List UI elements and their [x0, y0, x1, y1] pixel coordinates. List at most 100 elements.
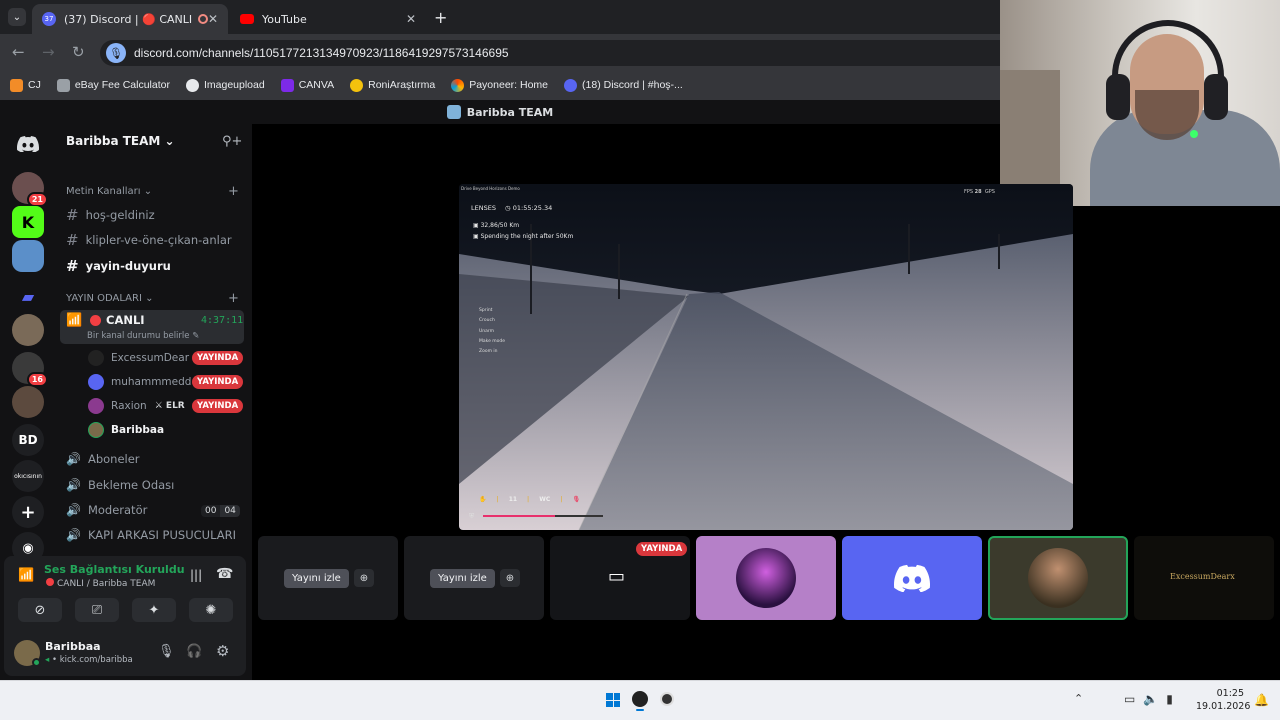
voice-user[interactable]: Baribbaa [88, 422, 164, 438]
soundboard-button[interactable]: ✺ [189, 598, 233, 622]
server-icon-baribba[interactable] [12, 240, 44, 272]
url-text[interactable]: discord.com/channels/1105177213134970923… [134, 46, 509, 60]
stream-tile-2[interactable]: Yayını izle ⊕ [404, 536, 544, 620]
back-arrow-icon[interactable]: ← [12, 43, 25, 61]
category-voice[interactable]: YAYIN ODALARI ⌄ [66, 293, 153, 304]
channel-aboneler[interactable]: 🔊 Aboneler [66, 452, 140, 466]
channel-kapi-arkasi[interactable]: 🔊 KAPI ARKASI PUSUCULARI [66, 528, 236, 542]
bookmark-cj[interactable]: CJ [10, 78, 41, 92]
objective-text: ▣ Spending the night after 50Km [473, 233, 574, 240]
channel-yayin-duyuru[interactable]: # yayin-duyuru [66, 257, 171, 275]
watch-stream-button[interactable]: Yayını izle [430, 569, 495, 588]
add-channel-icon[interactable]: + [228, 184, 239, 199]
account-name[interactable]: Baribbaa [45, 640, 101, 653]
forward-arrow-icon[interactable]: → [42, 43, 55, 61]
server-icon-2[interactable] [12, 314, 44, 346]
voice-user[interactable]: Raxion ⚔ ELR [88, 398, 185, 414]
hand-icon: ✋ [479, 496, 487, 503]
close-tab-icon[interactable]: ✕ [406, 12, 416, 26]
microphone-icon[interactable]: 🎙 [158, 644, 175, 659]
bookmark-roniarastirma[interactable]: RoniAraştırma [350, 78, 435, 92]
network-icon: ▭ [1124, 692, 1136, 706]
game-stream[interactable]: Drive Beyond Horizons Demo FPS 28 GPS LE… [459, 184, 1073, 530]
system-tray[interactable]: ▭ 🔈 ▮ [1124, 692, 1173, 706]
payoneer-icon [451, 78, 465, 92]
new-tab-icon[interactable]: + [434, 8, 447, 27]
voice-status-subtitle[interactable]: CANLI / Baribba TEAM [46, 578, 155, 589]
bookmark-ebay-fee[interactable]: eBay Fee Calculator [56, 78, 170, 92]
account-status[interactable]: ◂ • kick.com/baribba [45, 655, 133, 665]
bookmark-payoneer[interactable]: Payoneer: Home [451, 78, 548, 92]
spartan-server-icon[interactable]: 16 [12, 352, 48, 387]
channel-bekleme[interactable]: 🔊 Bekleme Odası [66, 478, 174, 492]
game-hud-bar: ✋ | 11 | WC | 🎙 [479, 496, 581, 503]
red-dot-icon [90, 315, 101, 326]
bookmark-discord[interactable]: (18) Discord | #hoş-... [564, 78, 683, 92]
invite-people-icon[interactable]: ⚲+ [222, 134, 242, 149]
channel-klipler[interactable]: # klipler-ve-öne-çıkan-anlar [66, 231, 232, 249]
participant-tile-discord[interactable] [842, 536, 982, 620]
chevron-up-icon[interactable]: ⌃ [1074, 692, 1083, 705]
category-text[interactable]: Metin Kanalları ⌄ [66, 186, 152, 197]
google-lens-icon[interactable]: 🎙 [106, 43, 126, 63]
speaker-icon: 🔊 [66, 452, 81, 466]
channel-status[interactable]: Bir kanal durumu belirle ✎ [87, 331, 199, 341]
server-avatar-icon [446, 105, 461, 119]
live-badge: YAYINDA [192, 375, 244, 389]
participant-tile-excessum[interactable]: ExcessumDearx [1134, 536, 1274, 620]
channel-moderator[interactable]: 🔊 Moderatör [66, 503, 147, 517]
camera-off-button[interactable]: ⊘ [18, 598, 62, 622]
calculator-icon [56, 78, 70, 92]
close-tab-icon[interactable]: ✕ [208, 12, 218, 26]
reload-icon[interactable]: ↻ [72, 43, 85, 61]
tab-discord[interactable]: 37 (37) Discord | 🔴 CANLI | B ✕ [32, 4, 228, 34]
user-tag: ⚔ ELR [154, 401, 185, 411]
bookmark-canva[interactable]: CANVA [280, 78, 334, 92]
clock[interactable]: 01:25 19.01.2026 [1196, 687, 1250, 713]
server-icon-1[interactable]: 21 [12, 172, 48, 207]
server-icon-bd[interactable]: BD [12, 424, 44, 456]
windows-start-icon[interactable] [606, 693, 620, 707]
headphones-icon[interactable]: 🎧 [186, 644, 202, 659]
server-icon-small-text[interactable]: okıcısının [12, 460, 44, 492]
stream-tile-1[interactable]: Yayını izle ⊕ [258, 536, 398, 620]
server-icon-3[interactable] [12, 386, 44, 418]
watch-stream-button[interactable]: Yayını izle [284, 569, 349, 588]
canva-icon [280, 78, 294, 92]
add-channel-icon[interactable]: + [228, 291, 239, 306]
share-screen-button[interactable]: ⎚ [75, 598, 119, 622]
activities-button[interactable]: ✦ [132, 598, 176, 622]
noise-suppression-icon[interactable]: ||| [190, 568, 202, 582]
participant-tile-cat[interactable] [696, 536, 836, 620]
settings-gear-icon[interactable]: ⚙ [216, 642, 229, 660]
folder-icon[interactable]: ▰ [12, 280, 44, 312]
channel-hos-geldiniz[interactable]: # hoş-geldiniz [66, 206, 155, 224]
chrome-icon[interactable] [660, 692, 674, 706]
notification-icon[interactable]: 🔔 [1254, 693, 1269, 707]
headphones-ear-left [1106, 74, 1130, 120]
voice-user[interactable]: muhammmedd [88, 374, 191, 390]
stage-header: Baribba TEAM [0, 100, 1000, 124]
hash-icon: # [66, 257, 79, 275]
add-server-icon[interactable]: + [12, 496, 44, 528]
tab-search-button[interactable]: ⌄ [8, 8, 26, 26]
popout-icon[interactable]: ⊕ [500, 569, 520, 587]
omnibox[interactable]: 🎙 discord.com/channels/11051772131349709… [100, 40, 1000, 66]
hash-icon: # [66, 231, 79, 249]
stage-live-icon: 📶 [66, 313, 83, 328]
browser-tab-bar: ⌄ 37 (37) Discord | 🔴 CANLI | B ✕ YouTub… [0, 0, 1000, 34]
discord-home-icon[interactable] [12, 128, 44, 160]
app-icon-1[interactable] [632, 691, 648, 707]
avatar [88, 422, 104, 438]
participant-tile-baribbaa[interactable] [988, 536, 1128, 620]
voice-user[interactable]: ExcessumDear [88, 350, 189, 366]
tab-youtube[interactable]: YouTube ✕ [230, 4, 426, 34]
screen-share-icon: ▭ [608, 566, 626, 587]
stream-tile-3[interactable]: YAYINDA ▭ [550, 536, 690, 620]
bookmark-imageupload[interactable]: Imageupload [185, 78, 265, 92]
disconnect-icon[interactable]: ☎ [216, 566, 233, 582]
server-header[interactable]: Baribba TEAM ⌄ [66, 134, 175, 148]
voice-status-title[interactable]: Ses Bağlantısı Kuruldu [44, 563, 185, 576]
kick-server-icon[interactable]: K [12, 206, 44, 238]
popout-icon[interactable]: ⊕ [354, 569, 374, 587]
